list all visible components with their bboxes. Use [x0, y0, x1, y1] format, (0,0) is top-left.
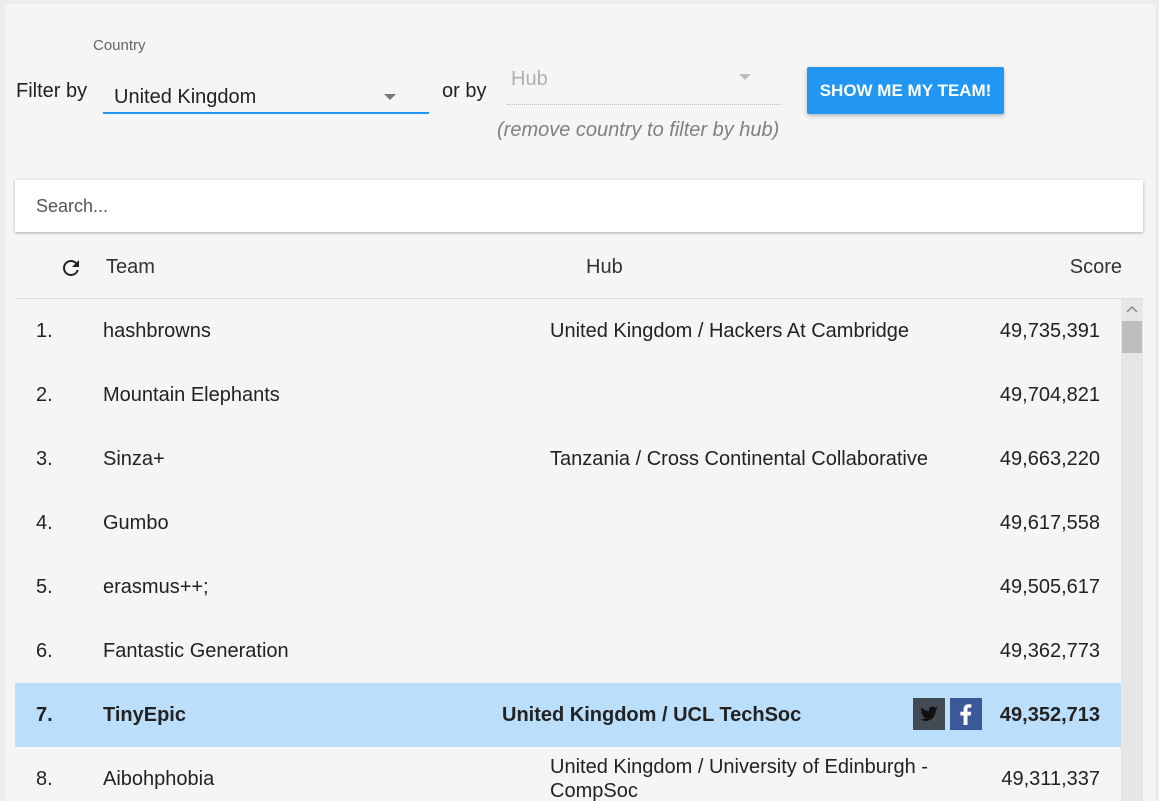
team-name: Gumbo — [103, 512, 169, 534]
table-header: Team Hub Score — [15, 234, 1143, 299]
facebook-icon[interactable] — [950, 698, 982, 730]
hub-placeholder: Hub — [511, 68, 548, 90]
score: 49,617,558 — [999, 512, 1100, 534]
rank: 3. — [36, 448, 53, 470]
team-name: hashbrowns — [103, 320, 211, 342]
search-box — [15, 180, 1143, 232]
country-caption: Country — [93, 37, 146, 54]
filter-by-label: Filter by — [16, 80, 88, 102]
column-header-hub[interactable]: Hub — [586, 256, 623, 279]
hub-name: Tanzania / Cross Continental Collaborati… — [550, 448, 928, 470]
country-select[interactable]: United Kingdom — [103, 80, 429, 114]
table-row[interactable]: 2. Mountain Elephants 49,704,821 — [15, 363, 1122, 427]
scroll-up-icon[interactable] — [1121, 299, 1143, 319]
hub-name: United Kingdom / University of Edinburgh… — [550, 756, 928, 801]
hub-name: United Kingdom / UCL TechSoc — [502, 704, 802, 726]
scroll-thumb[interactable] — [1122, 321, 1142, 353]
rank: 6. — [36, 640, 53, 662]
score: 49,505,617 — [999, 576, 1100, 598]
table-row[interactable]: 1. hashbrowns United Kingdom / Hackers A… — [15, 299, 1122, 363]
twitter-icon[interactable] — [913, 698, 945, 730]
column-header-team[interactable]: Team — [106, 256, 155, 279]
score: 49,362,773 — [999, 640, 1100, 662]
score: 49,735,391 — [999, 320, 1100, 342]
team-name: TinyEpic — [103, 704, 186, 726]
leaderboard-rows: 1. hashbrowns United Kingdom / Hackers A… — [15, 299, 1122, 801]
country-selected-value: United Kingdom — [114, 86, 257, 108]
table-row[interactable]: 6. Fantastic Generation 49,362,773 — [15, 619, 1122, 683]
rank: 5. — [36, 576, 53, 598]
table-row[interactable]: 4. Gumbo 49,617,558 — [15, 491, 1122, 555]
or-by-label: or by — [442, 80, 487, 102]
team-name: Mountain Elephants — [103, 384, 280, 406]
chevron-down-icon — [384, 94, 396, 100]
score: 49,311,337 — [1001, 768, 1100, 790]
search-input[interactable] — [15, 180, 1143, 232]
rank: 4. — [36, 512, 53, 534]
hub-hint: (remove country to filter by hub) — [497, 119, 780, 141]
show-my-team-button[interactable]: SHOW ME MY TEAM! — [807, 67, 1004, 114]
team-name: erasmus++; — [103, 576, 209, 598]
hub-name: United Kingdom / Hackers At Cambridge — [550, 320, 910, 342]
team-name: Fantastic Generation — [103, 640, 289, 662]
score: 49,704,821 — [999, 384, 1100, 406]
table-row[interactable]: 3. Sinza+ Tanzania / Cross Continental C… — [15, 427, 1122, 491]
rank: 8. — [36, 768, 53, 790]
table-row-highlighted[interactable]: 7. TinyEpic United Kingdom / UCL TechSoc… — [15, 683, 1122, 747]
team-name: Sinza+ — [103, 448, 165, 470]
score: 49,352,713 — [999, 704, 1100, 726]
score: 49,663,220 — [999, 448, 1100, 470]
rank: 7. — [36, 704, 53, 726]
leaderboard-panel: Filter by Country United Kingdom or by H… — [5, 4, 1155, 801]
refresh-icon[interactable] — [59, 256, 83, 280]
rank: 1. — [36, 320, 53, 342]
team-name: Aibohphobia — [103, 768, 215, 790]
vertical-scrollbar[interactable] — [1121, 299, 1143, 801]
table-row[interactable]: 5. erasmus++; 49,505,617 — [15, 555, 1122, 619]
table-row[interactable]: 8. Aibohphobia United Kingdom / Universi… — [15, 747, 1122, 801]
hub-select: Hub — [507, 64, 781, 105]
column-header-score[interactable]: Score — [1070, 256, 1122, 279]
rank: 2. — [36, 384, 53, 406]
chevron-down-icon — [739, 74, 751, 80]
